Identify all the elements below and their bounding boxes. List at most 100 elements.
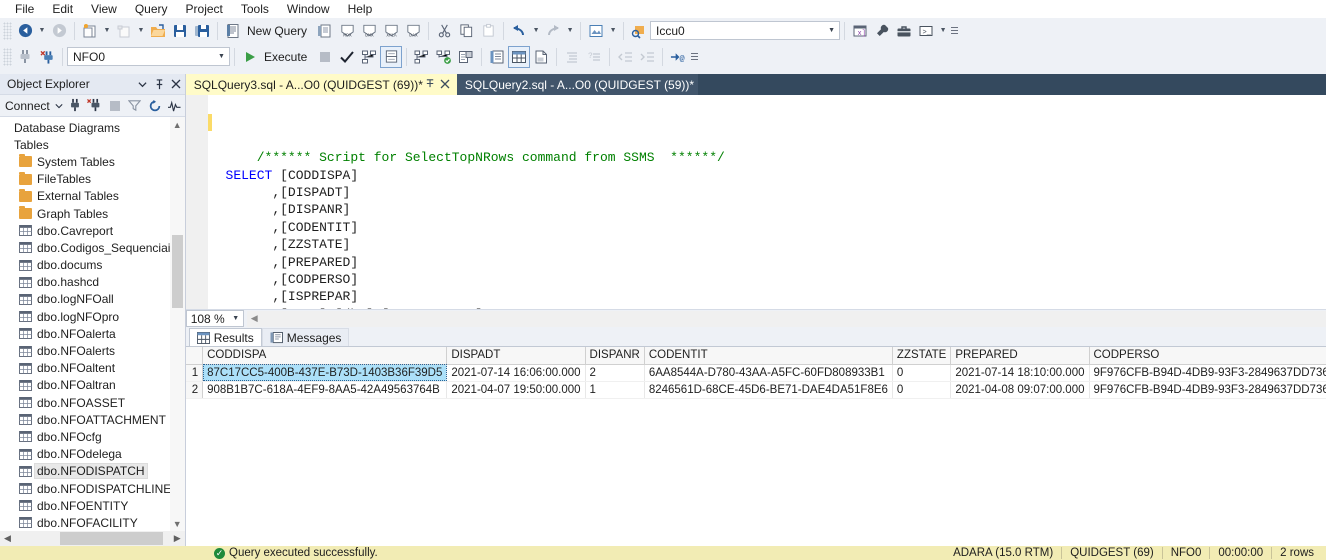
toolbar-overflow-icon[interactable]: ▼ — [607, 20, 619, 42]
tree-node[interactable]: dbo.NFOdelega — [0, 446, 185, 463]
table-cell[interactable]: 1 — [585, 381, 645, 399]
tree-node[interactable]: dbo.NFODISPATCHLINE — [0, 480, 185, 497]
chevron-down-icon[interactable]: ▼ — [229, 315, 243, 322]
column-header-codentit[interactable]: CODENTIT — [644, 347, 893, 365]
results-to-file-icon[interactable] — [530, 46, 552, 68]
execute-label[interactable]: Execute — [261, 50, 314, 64]
menu-item-tools[interactable]: Tools — [232, 1, 278, 17]
tab-sqlquery3[interactable]: SQLQuery3.sql - A...O0 (QUIDGEST (69))* — [185, 74, 457, 95]
tree-node[interactable]: dbo.NFOcfg — [0, 428, 185, 445]
include-client-statistics-icon[interactable] — [455, 46, 477, 68]
menu-item-help[interactable]: Help — [339, 1, 382, 17]
new-project-icon[interactable] — [79, 20, 101, 42]
decrease-indent-icon[interactable] — [614, 46, 636, 68]
connect-label[interactable]: Connect — [5, 99, 53, 113]
new-query-label[interactable]: New Query — [244, 24, 314, 38]
object-explorer-horizontal-scrollbar[interactable]: ◀ ▶ — [0, 531, 185, 546]
tree-node[interactable]: dbo.logNFOall — [0, 291, 185, 308]
stop-icon[interactable] — [314, 46, 336, 68]
copy-icon[interactable] — [455, 20, 477, 42]
editor-horizontal-scrollbar[interactable]: ◀ ▶ — [246, 310, 1326, 327]
sqlcmd-mode-icon[interactable]: @ — [667, 46, 689, 68]
include-actual-plan-icon[interactable] — [411, 46, 433, 68]
table-cell[interactable]: 87C17CC5-400B-437E-B73D-1403B36F39D5 — [202, 364, 448, 382]
tree-node[interactable]: dbo.Codigos_Sequenciais — [0, 239, 185, 256]
open-file-icon[interactable] — [147, 20, 169, 42]
table-cell[interactable]: 0 — [892, 381, 952, 399]
new-mdx-query-icon[interactable]: MDX — [336, 20, 358, 42]
table-cell[interactable]: 6AA8544A-D780-43AA-A5FC-60FD808933B1 — [644, 364, 893, 382]
parse-icon[interactable] — [336, 46, 358, 68]
table-cell[interactable]: 908B1B7C-618A-4EF9-8AA5-42A49563764B — [202, 381, 448, 399]
pin-icon[interactable] — [423, 78, 438, 92]
toolbar-grip[interactable] — [3, 21, 12, 40]
connect-dropdown-icon[interactable] — [53, 96, 65, 116]
sql-editor[interactable]: /****** Script for SelectTopNRows comman… — [185, 95, 1326, 309]
new-dmx-query-icon[interactable]: DMX — [358, 20, 380, 42]
scroll-left-icon[interactable]: ◀ — [0, 531, 15, 546]
chevron-down-icon[interactable]: ▼ — [824, 27, 839, 34]
row-number[interactable]: 1 — [185, 364, 204, 382]
comment-lines-icon[interactable] — [561, 46, 583, 68]
tree-node[interactable]: dbo.NFOFACILITY — [0, 514, 185, 531]
column-header-coddispa[interactable]: CODDISPA — [202, 347, 448, 365]
tab-sqlquery2[interactable]: SQLQuery2.sql - A...O0 (QUIDGEST (59))* — [456, 74, 699, 95]
navigate-backward-icon[interactable] — [14, 20, 36, 42]
tree-node[interactable]: Tables — [0, 136, 185, 153]
new-xmla-query-icon[interactable]: XMLA — [380, 20, 402, 42]
toolbar-grip[interactable] — [3, 47, 12, 66]
scroll-down-icon[interactable]: ▼ — [170, 516, 185, 531]
scrollbar-thumb[interactable] — [171, 235, 183, 308]
column-header-dispadt[interactable]: DISPADT — [446, 347, 586, 365]
tree-node[interactable]: dbo.docums — [0, 257, 185, 274]
filter-icon[interactable] — [125, 96, 145, 116]
tree-node[interactable]: dbo.logNFOpro — [0, 308, 185, 325]
refresh-icon[interactable] — [145, 96, 165, 116]
scroll-up-icon[interactable]: ▲ — [170, 117, 185, 132]
stop-icon[interactable] — [105, 96, 125, 116]
paste-icon[interactable] — [477, 20, 499, 42]
tree-node[interactable]: dbo.NFODISPATCH — [0, 463, 185, 480]
undo-dropdown-icon[interactable]: ▼ — [530, 20, 542, 42]
window-menu-icon[interactable] — [134, 80, 151, 89]
pin-icon[interactable] — [151, 78, 168, 90]
properties-window-icon[interactable] — [871, 20, 893, 42]
results-to-text-icon[interactable] — [486, 46, 508, 68]
display-estimated-plan-icon[interactable] — [358, 46, 380, 68]
tab-messages[interactable]: Messages — [261, 328, 350, 346]
scrollbar-thumb[interactable] — [60, 532, 163, 545]
navigate-backward-dropdown-icon[interactable]: ▼ — [36, 20, 48, 42]
tree-node[interactable]: dbo.NFOaltran — [0, 377, 185, 394]
chevron-down-icon[interactable]: ▼ — [214, 53, 229, 60]
table-cell[interactable]: 9F976CFB-B94D-4DB9-93F3-2849637DD736 — [1089, 381, 1326, 399]
new-project-dropdown-icon[interactable]: ▼ — [101, 20, 113, 42]
change-connection-icon[interactable] — [36, 46, 58, 68]
scrollbar-track[interactable] — [15, 531, 170, 546]
table-cell[interactable]: 8246561D-68CE-45D6-BE71-DAE4DA51F8E6 — [644, 381, 893, 399]
menu-item-view[interactable]: View — [82, 1, 126, 17]
tree-node[interactable]: System Tables — [0, 153, 185, 170]
include-live-stats-icon[interactable] — [433, 46, 455, 68]
tree-node[interactable]: dbo.NFOalerts — [0, 342, 185, 359]
connect-object-explorer-icon[interactable] — [65, 96, 85, 116]
column-header-codperso[interactable]: CODPERSO — [1089, 347, 1326, 365]
activity-monitor-icon[interactable] — [165, 96, 185, 116]
tree-node[interactable]: Database Diagrams — [0, 119, 185, 136]
object-explorer-tree[interactable]: Database Diagrams Tables System Tables File… — [0, 117, 185, 531]
navigate-forward-icon[interactable] — [48, 20, 70, 42]
tab-results[interactable]: Results — [188, 328, 262, 346]
table-row[interactable]: 1 87C17CC5-400B-437E-B73D-1403B36F39D5 202… — [185, 364, 1326, 382]
tool-windows-dropdown-icon[interactable]: ▼ — [937, 20, 949, 42]
row-number[interactable]: 2 — [185, 381, 204, 399]
scroll-left-icon[interactable]: ◀ — [247, 313, 262, 324]
quick-launch-search-icon[interactable] — [628, 20, 650, 42]
tree-node[interactable]: dbo.NFOASSET — [0, 394, 185, 411]
uncomment-lines-icon[interactable]: ? — [583, 46, 605, 68]
add-new-item-dropdown-icon[interactable]: ▼ — [135, 20, 147, 42]
tree-node[interactable]: dbo.NFOalerta — [0, 325, 185, 342]
tree-node[interactable]: dbo.NFOATTACHMENT — [0, 411, 185, 428]
object-explorer-vertical-scrollbar[interactable]: ▲ ▼ — [169, 117, 185, 531]
menu-item-file[interactable]: File — [6, 1, 43, 17]
tree-node[interactable]: dbo.hashcd — [0, 274, 185, 291]
table-cell[interactable]: 9F976CFB-B94D-4DB9-93F3-2849637DD736 — [1089, 364, 1326, 382]
